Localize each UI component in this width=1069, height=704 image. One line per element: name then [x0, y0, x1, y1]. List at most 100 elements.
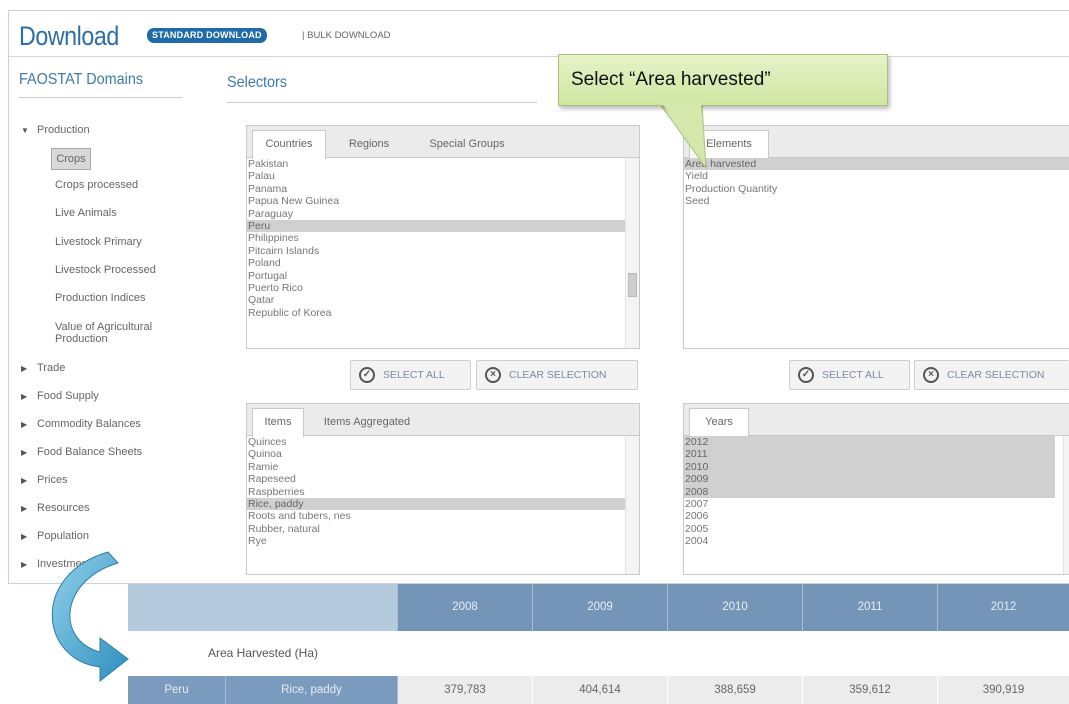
list-item[interactable]: Area harvested — [684, 158, 1069, 171]
row-country: Peru — [128, 676, 226, 704]
list-item[interactable]: 2011 — [684, 448, 1055, 461]
x-circle-icon: × — [485, 367, 501, 383]
list-item[interactable]: Rubber, natural — [247, 523, 625, 535]
caret-right-icon: ▶ — [21, 532, 28, 541]
table-header-year: 2011 — [803, 584, 938, 631]
years-list[interactable]: 2012 2011 2010 2009 2008 2007 2006 2005 2004 — [684, 436, 1055, 574]
table-header-year: 2012 — [938, 584, 1069, 631]
list-item[interactable]: Production Quantity — [684, 183, 1069, 195]
table-cell: 404,614 — [533, 676, 668, 704]
scroll-thumb[interactable] — [628, 273, 637, 297]
row-item: Rice, paddy — [226, 676, 398, 704]
nav-value-agricultural-production[interactable]: Value of Agricultural Production — [55, 321, 152, 345]
table-cell: 379,783 — [398, 676, 533, 704]
nav-production[interactable]: ▼ Production — [19, 124, 90, 136]
tab-items-aggregated[interactable]: Items Aggregated — [315, 409, 419, 436]
years-panel: Years 2012 2011 2010 2009 2008 2007 2006 2005 20… — [683, 403, 1069, 575]
list-item[interactable]: Peru — [247, 219, 625, 233]
nav-trade[interactable]: ▶ Trade — [19, 362, 65, 374]
nav-live-animals[interactable]: Live Animals — [55, 207, 117, 219]
nav-food-supply[interactable]: ▶ Food Supply — [19, 390, 99, 402]
table-cell: 390,919 — [938, 676, 1069, 704]
elements-list[interactable]: Area harvested Yield Production Quantity Se… — [684, 158, 1069, 348]
tab-elements[interactable]: Elements — [689, 130, 769, 159]
caret-right-icon: ▶ — [21, 420, 28, 429]
list-item[interactable]: Palau — [247, 170, 625, 182]
list-item[interactable]: 2005 — [684, 523, 1055, 535]
nav-crops-processed[interactable]: Crops processed — [55, 179, 138, 191]
caret-right-icon: ▶ — [21, 504, 28, 513]
countries-clear-selection-button[interactable]: × CLEAR SELECTION — [476, 360, 638, 390]
list-item[interactable]: Pitcairn Islands — [247, 245, 625, 257]
list-item[interactable]: 2004 — [684, 535, 1055, 547]
countries-list[interactable]: Pakistan Palau Panama Papua New Guinea Parag… — [247, 158, 625, 348]
list-item[interactable]: Portugal — [247, 270, 625, 282]
list-item[interactable]: Puerto Rico — [247, 282, 625, 294]
list-item[interactable]: 2009 — [684, 473, 1055, 486]
table-header-year: 2008 — [398, 584, 533, 631]
items-scrollbar[interactable] — [625, 436, 639, 574]
nav-production-indices[interactable]: Production Indices — [55, 292, 146, 304]
list-item[interactable]: Republic of Korea — [247, 307, 625, 319]
list-item[interactable]: 2010 — [684, 460, 1055, 474]
divider — [227, 102, 537, 103]
nav-commodity-balances[interactable]: ▶ Commodity Balances — [19, 418, 141, 430]
list-item[interactable]: Rice, paddy — [247, 497, 625, 511]
list-item[interactable]: Quinces — [247, 436, 625, 448]
selectors-title: Selectors — [227, 74, 288, 91]
table-cell: 388,659 — [668, 676, 803, 704]
list-item[interactable]: Philippines — [247, 232, 625, 244]
nav-livestock-primary[interactable]: Livestock Primary — [55, 236, 142, 248]
list-item[interactable]: Seed — [684, 195, 1069, 207]
result-table: 2008 2009 2010 2011 2012 Area Harvested … — [128, 584, 1069, 704]
list-item[interactable]: Paraguay — [247, 208, 625, 220]
list-item[interactable]: Quinoa — [247, 448, 625, 460]
nav-investment[interactable]: ▶ Investment — [19, 558, 91, 570]
caret-right-icon: ▶ — [21, 448, 28, 457]
list-item[interactable]: 2012 — [684, 436, 1055, 449]
list-item[interactable]: Poland — [247, 257, 625, 269]
list-item[interactable]: Qatar — [247, 294, 625, 306]
caret-right-icon: ▶ — [21, 560, 28, 569]
list-item[interactable]: Rapeseed — [247, 473, 625, 485]
items-list[interactable]: Quinces Quinoa Ramie Rapeseed Raspberries Ric… — [247, 436, 625, 574]
list-item[interactable]: Papua New Guinea — [247, 195, 625, 207]
tab-items[interactable]: Items — [252, 408, 304, 437]
check-circle-icon: ✓ — [798, 367, 814, 383]
list-item[interactable]: Roots and tubers, nes — [247, 510, 625, 522]
nav-population[interactable]: ▶ Population — [19, 530, 89, 542]
elements-panel: Elements Area harvested Yield Production Q… — [683, 125, 1069, 349]
list-item[interactable]: Ramie — [247, 461, 625, 473]
tab-special-groups[interactable]: Special Groups — [415, 131, 519, 158]
list-item[interactable]: Rye — [247, 535, 625, 547]
x-circle-icon: × — [923, 367, 939, 383]
sidebar-title: FAOSTAT Domains — [19, 71, 183, 98]
caret-down-icon: ▼ — [21, 126, 29, 135]
standard-download-tab[interactable]: STANDARD DOWNLOAD — [147, 28, 267, 43]
list-item[interactable]: Yield — [684, 170, 1069, 182]
nav-resources[interactable]: ▶ Resources — [19, 502, 90, 514]
callout: Select “Area harvested” — [558, 54, 888, 106]
years-scrollbar[interactable] — [1063, 436, 1069, 574]
tab-countries[interactable]: Countries — [252, 130, 326, 159]
tab-regions[interactable]: Regions — [339, 131, 399, 158]
nav-food-balance-sheets[interactable]: ▶ Food Balance Sheets — [19, 446, 142, 458]
list-item[interactable]: 2008 — [684, 485, 1055, 498]
bulk-download-link[interactable]: | BULK DOWNLOAD — [302, 30, 391, 41]
list-item[interactable]: 2006 — [684, 510, 1055, 522]
table-header-year: 2009 — [533, 584, 668, 631]
elements-select-all-button[interactable]: ✓ SELECT ALL — [789, 360, 910, 390]
nav-prices[interactable]: ▶ Prices — [19, 474, 68, 486]
table-header-year: 2010 — [668, 584, 803, 631]
countries-select-all-button[interactable]: ✓ SELECT ALL — [350, 360, 471, 390]
nav-livestock-processed[interactable]: Livestock Processed — [55, 264, 156, 276]
list-item[interactable]: Raspberries — [247, 486, 625, 498]
list-item[interactable]: Panama — [247, 183, 625, 195]
table-cell: 359,612 — [803, 676, 938, 704]
nav-crops[interactable]: Crops — [51, 148, 91, 170]
list-item[interactable]: Pakistan — [247, 158, 625, 170]
tab-years[interactable]: Years — [689, 408, 749, 437]
elements-clear-selection-button[interactable]: × CLEAR SELECTION — [914, 360, 1069, 390]
list-item[interactable]: 2007 — [684, 498, 1055, 510]
countries-scrollbar[interactable] — [625, 158, 639, 348]
